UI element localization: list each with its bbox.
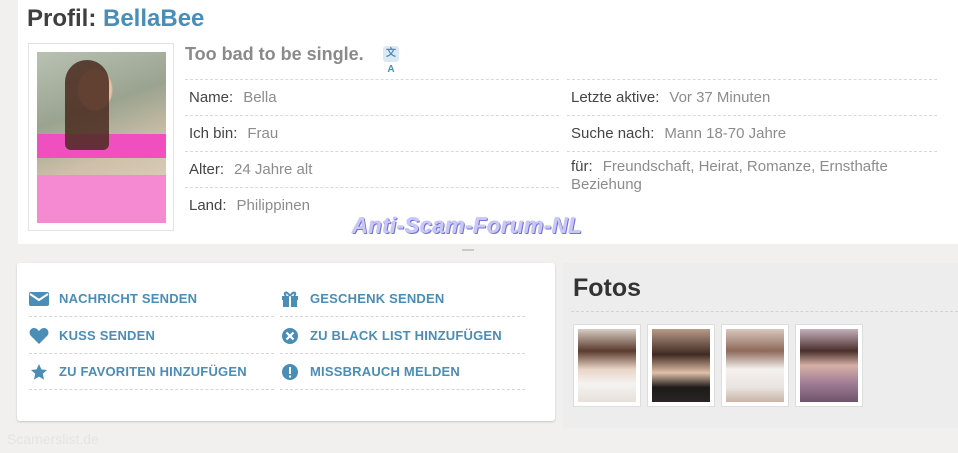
detail-row-name: Name: Bella <box>185 79 559 115</box>
photos-title: Fotos <box>573 274 642 302</box>
actions-panel: NACHRICHT SENDEN GESCHENK SENDEN KUSS SE… <box>17 263 555 421</box>
photo-thumbnail[interactable] <box>573 324 641 407</box>
envelope-icon <box>29 289 49 309</box>
translate-icon[interactable]: 文A <box>383 46 399 75</box>
detail-row-seeking: Suche nach: Mann 18-70 Jahre <box>567 115 937 151</box>
watermark: Anti-Scam-Forum-NL <box>352 213 583 238</box>
photo-thumbnail[interactable] <box>721 324 789 407</box>
thumbnail-image[interactable] <box>800 329 858 402</box>
report-abuse-button[interactable]: MISSBRAUCH MELDEN <box>280 354 525 390</box>
photos-section: Fotos <box>563 263 958 428</box>
send-gift-button[interactable]: GESCHENK SENDEN <box>280 281 525 317</box>
detail-row-gender: Ich bin: Frau <box>185 115 559 151</box>
detail-label: Ich bin: <box>189 125 238 142</box>
send-message-button[interactable]: NACHRICHT SENDEN <box>29 281 274 317</box>
action-label: GESCHENK SENDEN <box>310 291 445 306</box>
action-label: KUSS SENDEN <box>59 328 156 343</box>
profile-photo[interactable] <box>28 43 174 231</box>
detail-value: Bella <box>243 89 277 106</box>
detail-label: Name: <box>189 89 234 106</box>
block-icon <box>280 326 300 346</box>
profile-username: BellaBee <box>103 5 205 32</box>
detail-value: Freundschaft, Heirat, Romanze, Ernsthaft… <box>571 158 888 193</box>
add-to-blacklist-button[interactable]: ZU BLACK LIST HINZUFÜGEN <box>280 318 525 354</box>
detail-label: Letzte aktive: <box>571 89 660 106</box>
detail-label: Alter: <box>189 161 225 178</box>
detail-label: Suche nach: <box>571 125 655 142</box>
detail-value: Philippinen <box>236 197 310 214</box>
detail-label: Land: <box>189 197 227 214</box>
photo-thumbnail[interactable] <box>795 324 863 407</box>
detail-value: Frau <box>247 125 279 142</box>
alert-icon <box>280 362 300 382</box>
divider <box>571 311 958 312</box>
page-title: Profil: BellaBee <box>27 5 204 33</box>
detail-value: 24 Jahre alt <box>234 161 313 178</box>
detail-value: Vor 37 Minuten <box>669 89 771 106</box>
details-left-column: Name: Bella Ich bin: Frau Alter: 24 Jahre a… <box>185 79 559 223</box>
action-label: ZU FAVORITEN HINZUFÜGEN <box>59 364 247 379</box>
detail-row-for: für: Freundschaft, Heirat, Romanze, Ernst… <box>567 151 937 203</box>
divider <box>462 249 474 251</box>
action-label: NACHRICHT SENDEN <box>59 291 198 306</box>
star-icon <box>29 362 49 382</box>
thumbnail-image[interactable] <box>652 329 710 402</box>
add-to-favorites-button[interactable]: ZU FAVORITEN HINZUFÜGEN <box>29 354 274 390</box>
title-prefix: Profil: <box>27 5 97 32</box>
profile-tagline: Too bad to be single. <box>185 44 364 64</box>
detail-label: für: <box>571 158 593 175</box>
footer-watermark: Scamerslist.de <box>7 431 99 447</box>
profile-photo-image[interactable] <box>37 52 166 223</box>
action-label: ZU BLACK LIST HINZUFÜGEN <box>310 328 502 343</box>
thumbnail-image[interactable] <box>578 329 636 402</box>
photo-thumbnail[interactable] <box>647 324 715 407</box>
action-label: MISSBRAUCH MELDEN <box>310 364 461 379</box>
heart-icon <box>29 326 49 346</box>
gift-icon <box>280 289 300 309</box>
send-kiss-button[interactable]: KUSS SENDEN <box>29 318 274 354</box>
thumbnail-image[interactable] <box>726 329 784 402</box>
detail-row-age: Alter: 24 Jahre alt <box>185 151 559 187</box>
detail-value: Mann 18-70 Jahre <box>664 125 787 142</box>
details-right-column: Letzte aktive: Vor 37 Minuten Suche nach:… <box>567 79 937 203</box>
detail-row-last-active: Letzte aktive: Vor 37 Minuten <box>567 79 937 115</box>
